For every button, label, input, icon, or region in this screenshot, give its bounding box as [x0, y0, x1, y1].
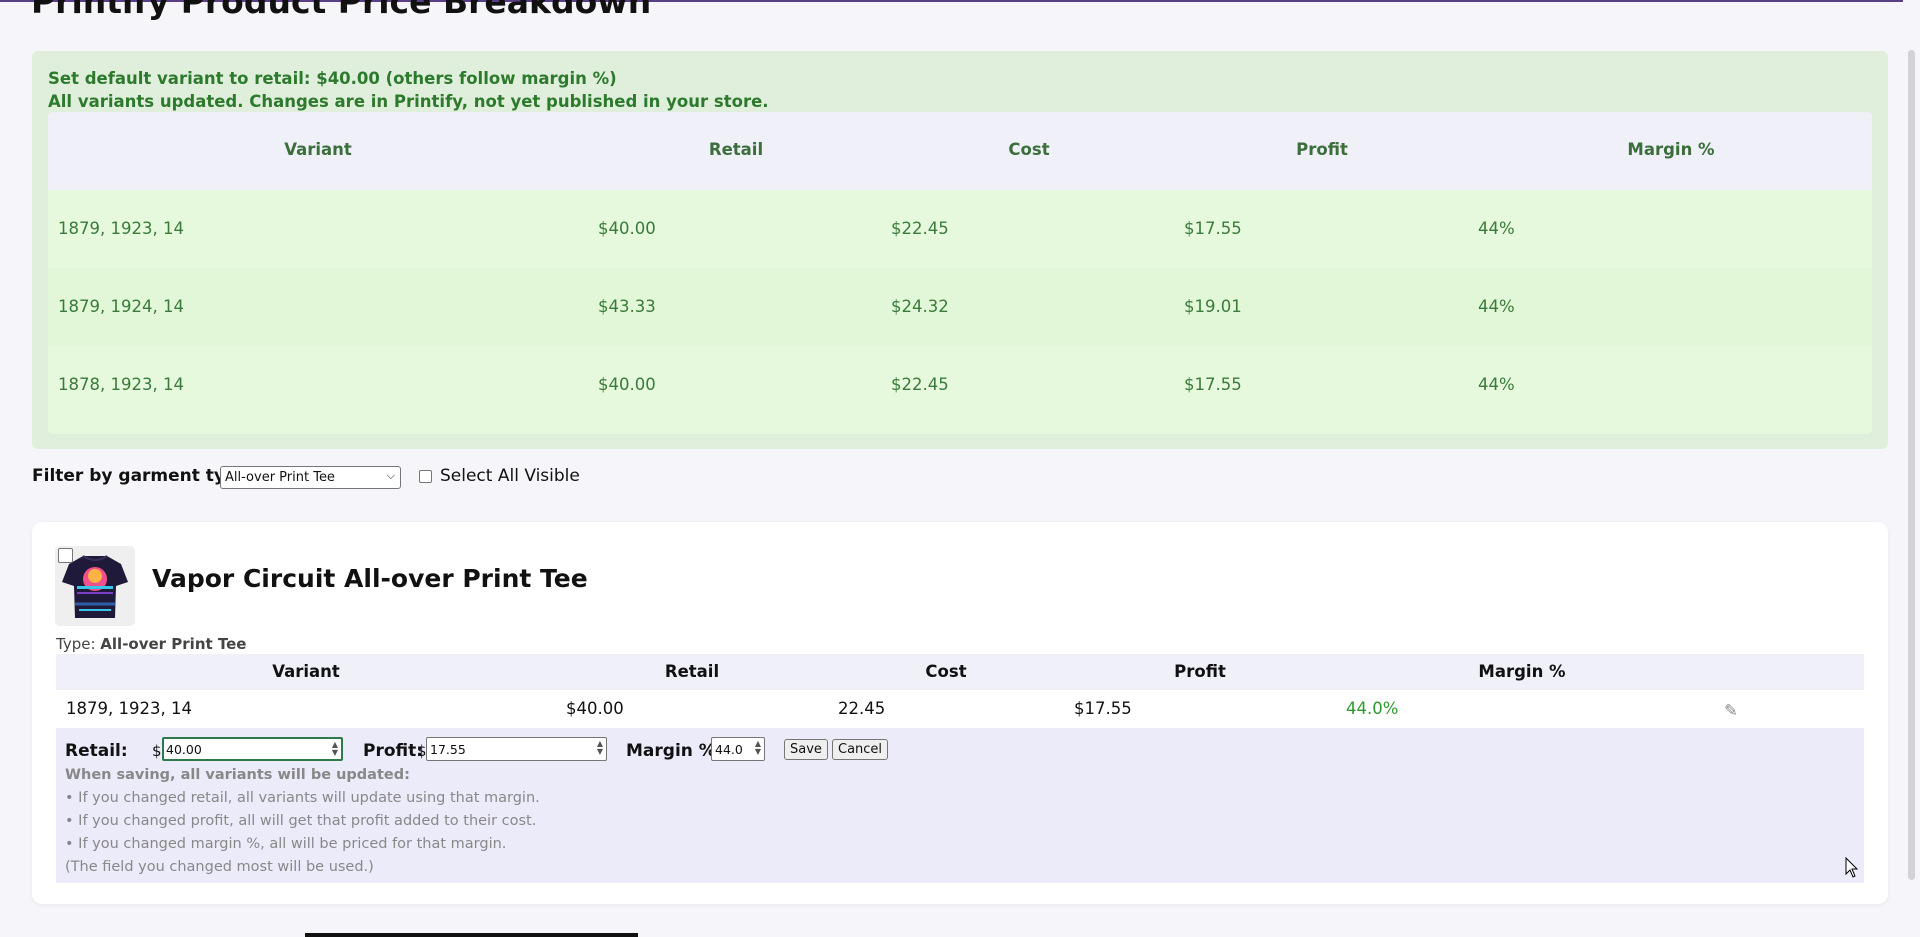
summary-cell-retail: $40.00: [598, 375, 656, 394]
retail-stepper[interactable]: ▲ ▼: [332, 741, 338, 757]
margin-input-value: 44.0: [715, 742, 743, 757]
profit-stepper[interactable]: ▲ ▼: [597, 740, 603, 756]
next-card-edge: [305, 933, 638, 937]
summary-cell-variant: 1878, 1923, 14: [58, 375, 184, 394]
summary-cell-variant: 1879, 1924, 14: [58, 297, 184, 316]
summary-row: 1878, 1923, 14 $40.00 $22.45 $17.55 44%: [48, 346, 1872, 424]
summary-cell-cost: $22.45: [891, 375, 949, 394]
summary-cell-profit: $17.55: [1184, 219, 1242, 238]
save-note-heading: When saving, all variants will be update…: [65, 767, 410, 783]
variant-col-cost: Cost: [925, 662, 967, 681]
summary-table: Variant Retail Cost Profit Margin % 1879…: [48, 112, 1872, 434]
summary-col-margin: Margin %: [1627, 140, 1715, 159]
summary-col-retail: Retail: [708, 140, 764, 159]
summary-col-profit: Profit: [1296, 140, 1348, 159]
profit-label: Profit:: [363, 741, 424, 761]
retail-input[interactable]: 40.00 ▲ ▼: [162, 737, 343, 761]
variant-col-profit: Profit: [1174, 662, 1226, 681]
summary-cell-retail: $40.00: [598, 219, 656, 238]
summary-cell-profit: $17.55: [1184, 375, 1242, 394]
retail-label: Retail:: [65, 741, 128, 761]
garment-type-select[interactable]: All-over Print Tee ⌵: [220, 466, 401, 489]
cost-cell: 22.45: [838, 699, 886, 718]
summary-cell-margin: 44%: [1478, 219, 1515, 238]
summary-cell-margin: 44%: [1478, 297, 1515, 316]
garment-type-selected: All-over Print Tee: [225, 470, 335, 485]
variant-col-margin: Margin %: [1478, 662, 1566, 681]
page-scrollbar[interactable]: [1903, 0, 1920, 937]
margin-cell: 44.0%: [1346, 699, 1399, 718]
save-note-margin: • If you changed margin %, all will be p…: [65, 836, 507, 852]
select-all-label[interactable]: Select All Visible: [440, 466, 580, 486]
margin-label: Margin %:: [626, 741, 723, 761]
page-title: Printify Product Price Breakdown: [31, 0, 652, 21]
retail-currency: $: [152, 742, 162, 760]
variant-col-retail: Retail: [664, 662, 720, 681]
summary-cell-profit: $19.01: [1184, 297, 1242, 316]
success-message-updated: All variants updated. Changes are in Pri…: [48, 92, 769, 111]
success-message-default: Set default variant to retail: $40.00 (o…: [48, 69, 617, 88]
variant-cell: 1879, 1923, 14: [66, 699, 192, 718]
summary-cell-cost: $22.45: [891, 219, 949, 238]
summary-col-variant: Variant: [284, 140, 352, 159]
summary-row: 1879, 1923, 14 $40.00 $22.45 $17.55 44%: [48, 190, 1872, 268]
margin-stepper[interactable]: ▲ ▼: [755, 740, 761, 756]
table-row: 1879, 1923, 14 $40.00 22.45 $17.55 44.0%…: [56, 690, 1864, 728]
summary-table-header: Variant Retail Cost Profit Margin %: [48, 112, 1872, 190]
product-title: Vapor Circuit All-over Print Tee: [152, 564, 588, 593]
save-button[interactable]: Save: [784, 739, 828, 760]
select-all-checkbox[interactable]: [419, 470, 432, 483]
product-type-label: Type:: [56, 635, 96, 653]
profit-cell: $17.55: [1074, 699, 1132, 718]
mouse-cursor-icon: [1845, 857, 1859, 878]
summary-cell-cost: $24.32: [891, 297, 949, 316]
summary-cell-variant: 1879, 1923, 14: [58, 219, 184, 238]
product-card: Vapor Circuit All-over Print Tee Type: A…: [32, 522, 1888, 904]
save-note-profit: • If you changed profit, all will get th…: [65, 813, 537, 829]
success-panel: Set default variant to retail: $40.00 (o…: [32, 51, 1888, 449]
save-note-priority: (The field you changed most will be used…: [65, 859, 374, 875]
scrollbar-thumb[interactable]: [1908, 50, 1915, 880]
chevron-down-icon: ⌵: [386, 469, 395, 482]
product-type-value: All-over Print Tee: [100, 635, 247, 653]
variant-col-variant: Variant: [272, 662, 340, 681]
summary-col-cost: Cost: [1008, 140, 1050, 159]
pencil-icon[interactable]: ✎: [1724, 701, 1738, 720]
summary-cell-margin: 44%: [1478, 375, 1515, 394]
summary-row: 1879, 1924, 14 $43.33 $24.32 $19.01 44%: [48, 268, 1872, 346]
retail-cell: $40.00: [566, 699, 624, 718]
profit-input-value: 17.55: [430, 742, 466, 757]
margin-input[interactable]: 44.0 ▲ ▼: [711, 737, 765, 761]
product-type: Type: All-over Print Tee: [56, 635, 246, 653]
variant-table-header: Variant Retail Cost Profit Margin %: [56, 654, 1864, 690]
edit-price-panel: Retail: $ 40.00 ▲ ▼ Profit: $ 17.55 ▲ ▼ Ma…: [56, 728, 1864, 883]
retail-input-value: 40.00: [166, 742, 202, 757]
cancel-button[interactable]: Cancel: [832, 739, 889, 760]
summary-cell-retail: $43.33: [598, 297, 656, 316]
profit-input[interactable]: 17.55 ▲ ▼: [426, 737, 607, 761]
save-note-retail: • If you changed retail, all variants wi…: [65, 790, 540, 806]
product-select-checkbox[interactable]: [58, 548, 73, 563]
